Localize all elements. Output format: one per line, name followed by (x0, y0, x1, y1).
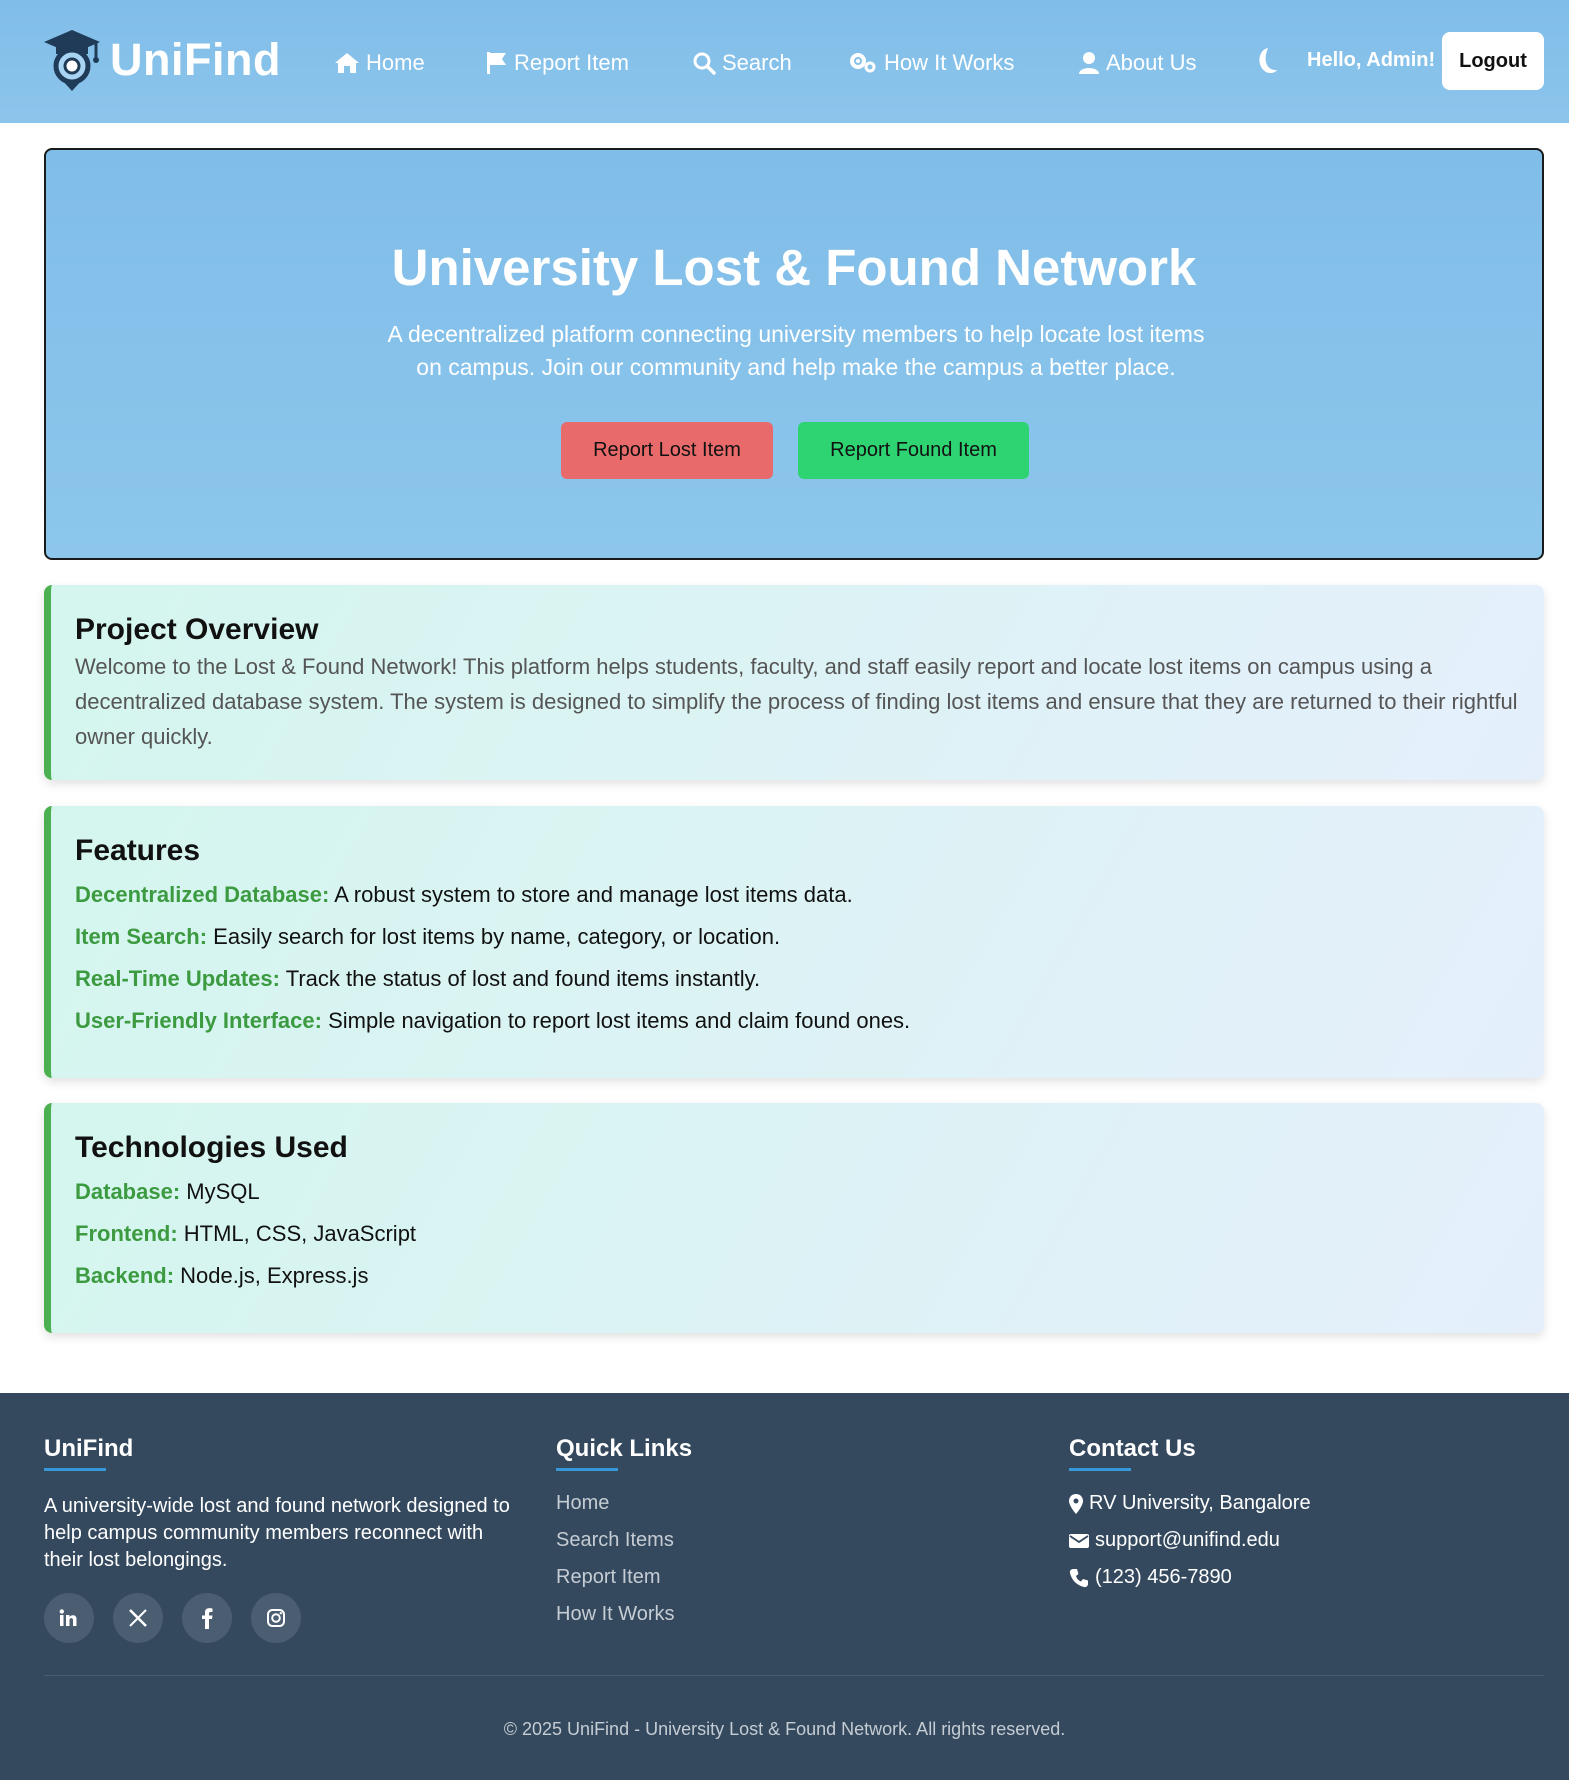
facebook-icon[interactable] (182, 1593, 232, 1643)
nav-how-it-works[interactable]: How It Works (848, 46, 1014, 80)
footer-about: UniFind A university-wide lost and found… (44, 1435, 524, 1643)
footer-quick-links-title: Quick Links (556, 1435, 693, 1462)
nav-about-us[interactable]: About Us (1078, 46, 1197, 80)
copyright-text: © 2025 UniFind - University Lost & Found… (503, 1719, 1066, 1739)
list-item: Backend: Node.js, Express.js (75, 1255, 1520, 1297)
flag-icon (487, 52, 506, 74)
nav-search-label: Search (722, 50, 792, 75)
contact-address: RV University, Bangalore (1069, 1485, 1311, 1522)
report-found-button[interactable]: Report Found Item (798, 422, 1029, 479)
graduation-cap-search-icon (44, 30, 100, 91)
section-title: Project Overview (75, 613, 319, 646)
logout-button[interactable]: Logout (1442, 32, 1544, 90)
report-lost-button[interactable]: Report Lost Item (561, 422, 773, 479)
tech-name: Backend: (75, 1263, 175, 1288)
section-title: Technologies Used (75, 1131, 348, 1164)
tech-desc: Node.js, Express.js (174, 1263, 369, 1288)
instagram-icon[interactable] (251, 1593, 301, 1643)
feature-desc: A robust system to store and manage lost… (329, 882, 853, 907)
features-card: Features Decentralized Database: A robus… (44, 806, 1544, 1078)
hero-banner: University Lost & Found Network A decent… (44, 148, 1544, 560)
tech-name: Database: (75, 1179, 181, 1204)
footer-link-how-it-works[interactable]: How It Works (556, 1596, 692, 1633)
list-item: User-Friendly Interface: Simple navigati… (75, 1000, 1520, 1042)
moon-icon[interactable] (1252, 46, 1278, 76)
footer-divider (44, 1675, 1544, 1676)
tech-desc: MySQL (180, 1179, 260, 1204)
list-item: Real-Time Updates: Track the status of l… (75, 958, 1520, 1000)
tech-desc: HTML, CSS, JavaScript (177, 1221, 417, 1246)
footer-about-title: UniFind (44, 1435, 134, 1462)
x-icon[interactable] (113, 1593, 163, 1643)
nav-search[interactable]: Search (692, 46, 792, 80)
list-item: Frontend: HTML, CSS, JavaScript (75, 1213, 1520, 1255)
nav-report-item-label: Report Item (514, 50, 629, 75)
brand-logo[interactable]: UniFind (42, 28, 281, 92)
nav-report-item[interactable]: Report Item (486, 46, 629, 80)
hero-title: University Lost & Found Network (391, 239, 1197, 296)
title-underline (1069, 1468, 1131, 1471)
linkedin-icon[interactable] (44, 1593, 94, 1643)
user-icon (1079, 52, 1099, 74)
list-item: Item Search: Easily search for lost item… (75, 916, 1520, 958)
feature-desc: Simple navigation to report lost items a… (321, 1008, 911, 1033)
footer-link-home[interactable]: Home (556, 1485, 692, 1522)
gears-icon (850, 53, 876, 73)
nav-home[interactable]: Home (334, 46, 425, 80)
overview-text: Welcome to the Lost & Found Network! Thi… (75, 654, 1518, 749)
search-icon (693, 52, 716, 75)
top-navbar: UniFind Home Report Item Search How It W… (0, 0, 1569, 123)
feature-name: Real-Time Updates: (75, 966, 280, 991)
title-underline (44, 1468, 106, 1471)
footer-link-search-items[interactable]: Search Items (556, 1522, 692, 1559)
title-underline (556, 1468, 618, 1471)
tech-name: Frontend: (75, 1221, 178, 1246)
site-footer: UniFind A university-wide lost and found… (0, 1393, 1569, 1780)
project-overview-card: Project Overview Welcome to the Lost & F… (44, 585, 1544, 780)
feature-name: User-Friendly Interface: (75, 1008, 322, 1033)
list-item: Decentralized Database: A robust system … (75, 874, 1520, 916)
nav-home-label: Home (366, 50, 425, 75)
social-links (44, 1593, 524, 1643)
list-item: Database: MySQL (75, 1171, 1520, 1213)
section-title: Features (75, 834, 201, 867)
footer-contact-title: Contact Us (1069, 1435, 1196, 1462)
brand-name: UniFind (110, 34, 281, 85)
nav-about-us-label: About Us (1106, 50, 1197, 75)
footer-about-text: A university-wide lost and found network… (44, 1495, 510, 1571)
footer-contact: Contact Us RV University, Bangalore supp… (1069, 1435, 1311, 1596)
contact-phone[interactable]: (123) 456-7890 (1069, 1559, 1311, 1596)
contact-email[interactable]: support@unifind.edu (1069, 1522, 1311, 1559)
footer-quick-links: Quick Links Home Search Items Report Ite… (556, 1435, 692, 1633)
feature-desc: Track the status of lost and found items… (279, 966, 761, 991)
phone-icon (1069, 1568, 1088, 1587)
envelope-icon (1069, 1533, 1089, 1548)
user-greeting: Hello, Admin! (1307, 49, 1436, 71)
contact-phone-text: (123) 456-7890 (1095, 1566, 1232, 1588)
hero-subtitle: A decentralized platform connecting univ… (387, 321, 1205, 380)
feature-name: Decentralized Database: (75, 882, 330, 907)
home-icon (335, 53, 359, 73)
feature-name: Item Search: (75, 924, 208, 949)
nav-how-it-works-label: How It Works (884, 50, 1015, 75)
footer-link-report-item[interactable]: Report Item (556, 1559, 692, 1596)
technologies-card: Technologies Used Database: MySQL Fronte… (44, 1103, 1544, 1333)
map-pin-icon (1069, 1493, 1083, 1514)
contact-address-text: RV University, Bangalore (1089, 1492, 1311, 1514)
feature-desc: Easily search for lost items by name, ca… (207, 924, 781, 949)
contact-email-text: support@unifind.edu (1095, 1529, 1280, 1551)
